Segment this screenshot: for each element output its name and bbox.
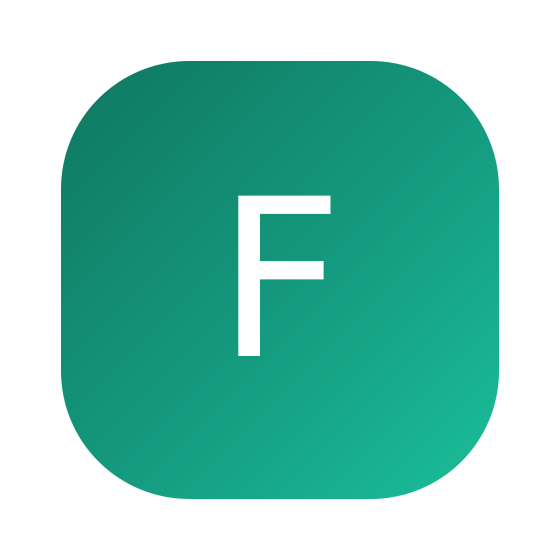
app-icon[interactable]: F [61,61,499,499]
icon-canvas: F [0,0,560,560]
app-icon-letter: F [216,152,344,408]
